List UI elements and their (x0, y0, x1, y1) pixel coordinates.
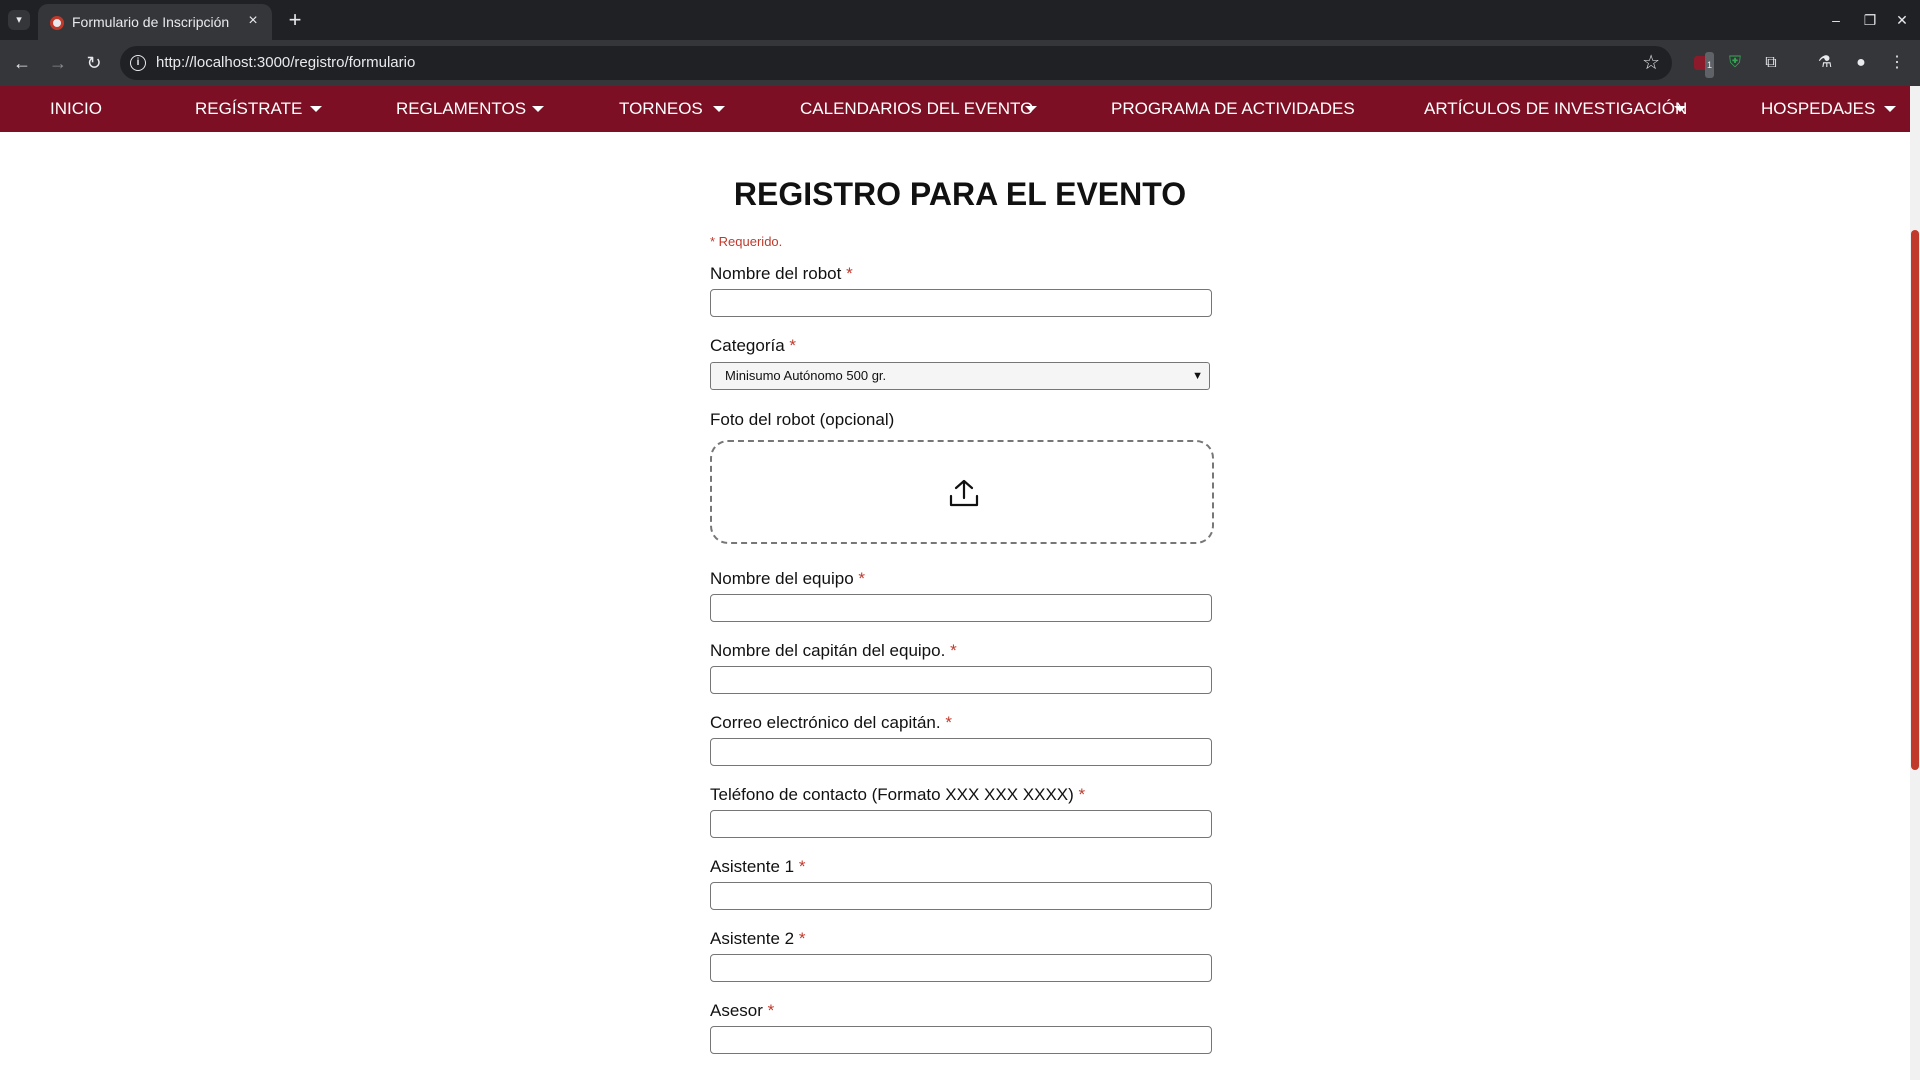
advisor-input[interactable] (710, 1026, 1212, 1054)
nav-item-hospedajes[interactable]: HOSPEDAJES (1761, 86, 1875, 132)
required-marker: * (846, 264, 853, 283)
required-note: * Requerido. (710, 234, 783, 249)
phone-input[interactable] (710, 810, 1212, 838)
assistant2-input[interactable] (710, 954, 1212, 982)
chevron-down-icon: ▼ (1192, 370, 1203, 382)
category-select[interactable]: Minisumo Autónomo 500 gr. ▼ (710, 362, 1210, 390)
close-tab-icon[interactable]: × (244, 12, 262, 30)
tab-title: Formulario de Inscripción (72, 14, 230, 30)
nav-item-reglamentos[interactable]: REGLAMENTOS (396, 86, 526, 132)
new-tab-button[interactable]: + (282, 7, 308, 33)
phone-label: Teléfono de contacto (Formato XXX XXX XX… (710, 785, 1086, 804)
page-title: REGISTRO PARA EL EVENTO (733, 176, 1187, 212)
captain-name-input[interactable] (710, 666, 1212, 694)
required-marker: * (798, 929, 806, 948)
captain-name-label: Nombre del capitán del equipo. * (710, 641, 957, 660)
reload-button[interactable]: ↻ (80, 49, 108, 77)
extension-badge: 1 (1704, 52, 1714, 78)
page-scrollbar-thumb[interactable] (1911, 230, 1919, 770)
photo-label: Foto del robot (opcional) (710, 410, 895, 429)
caret-down-icon[interactable] (310, 106, 322, 112)
address-bar[interactable]: i http://localhost:3000/registro/formula… (120, 46, 1672, 80)
bookmark-star-icon[interactable]: ☆ (1642, 50, 1660, 75)
team-name-label: Nombre del equipo * (710, 569, 866, 588)
browser-tab[interactable]: Formulario de Inscripción × (38, 4, 272, 40)
restore-icon[interactable]: ❐ (1858, 8, 1882, 32)
browser-toolbar: ← → ↻ i http://localhost:3000/registro/f… (0, 40, 1920, 86)
browser-tab-bar: ▾ Formulario de Inscripción × + – ❐ ✕ (0, 0, 1920, 40)
assistant1-input[interactable] (710, 882, 1212, 910)
required-marker: * (1078, 785, 1086, 804)
category-selected-value: Minisumo Autónomo 500 gr. (725, 368, 887, 383)
required-marker: * (789, 336, 797, 355)
photo-dropzone[interactable] (710, 440, 1214, 544)
tab-list-button[interactable]: ▾ (8, 10, 30, 30)
assistant1-label: Asistente 1 * (710, 857, 806, 876)
advisor-label: Asesor * (710, 1001, 775, 1020)
forward-button[interactable]: → (44, 49, 72, 77)
robot-name-input[interactable] (710, 289, 1212, 317)
nav-item-programa[interactable]: PROGRAMA DE ACTIVIDADES (1111, 86, 1355, 132)
required-marker: * (798, 857, 806, 876)
captain-email-input[interactable] (710, 738, 1212, 766)
back-button[interactable]: ← (8, 49, 36, 77)
favicon-icon (50, 16, 64, 30)
captain-email-label: Correo electrónico del capitán. * (710, 713, 952, 732)
extension-icon[interactable]: 1 (1688, 50, 1714, 78)
profile-avatar-icon[interactable]: ● (1848, 50, 1874, 76)
nav-item-torneos[interactable]: TORNEOS (619, 86, 703, 132)
upload-icon (949, 479, 979, 507)
nav-item-calendarios[interactable]: CALENDARIOS DEL EVENTO (800, 86, 1033, 132)
shield-extension-icon[interactable]: ⛨ (1722, 50, 1748, 76)
labs-flask-icon[interactable]: ⚗ (1812, 50, 1838, 76)
required-marker: * (767, 1001, 775, 1020)
robot-name-label: Nombre del robot * (710, 264, 853, 283)
caret-down-icon[interactable] (1884, 106, 1896, 112)
chrome-menu-icon[interactable]: ⋮ (1884, 50, 1910, 76)
caret-down-icon[interactable] (532, 106, 544, 112)
minimize-icon[interactable]: – (1824, 8, 1848, 32)
required-marker: * (945, 713, 952, 732)
nav-item-inicio[interactable]: INICIO (50, 86, 102, 132)
category-label: Categoría * (710, 336, 797, 355)
required-marker: * (858, 569, 866, 588)
site-info-icon[interactable]: i (130, 55, 146, 71)
assistant2-label: Asistente 2 * (710, 929, 806, 948)
caret-down-icon[interactable] (1674, 106, 1686, 112)
caret-down-icon[interactable] (1025, 106, 1037, 112)
team-name-input[interactable] (710, 594, 1212, 622)
site-nav-bar: INICIO REGÍSTRATE REGLAMENTOS TORNEOS CA… (0, 86, 1910, 132)
extensions-puzzle-icon[interactable]: ⧉ (1758, 50, 1784, 76)
caret-down-icon[interactable] (713, 106, 725, 112)
url-text: http://localhost:3000/registro/formulari… (156, 54, 416, 71)
close-window-icon[interactable]: ✕ (1890, 8, 1914, 32)
nav-item-registrate[interactable]: REGÍSTRATE (195, 86, 302, 132)
required-marker: * (950, 641, 957, 660)
nav-item-articulos[interactable]: ARTÍCULOS DE INVESTIGACIÓN (1424, 86, 1687, 132)
